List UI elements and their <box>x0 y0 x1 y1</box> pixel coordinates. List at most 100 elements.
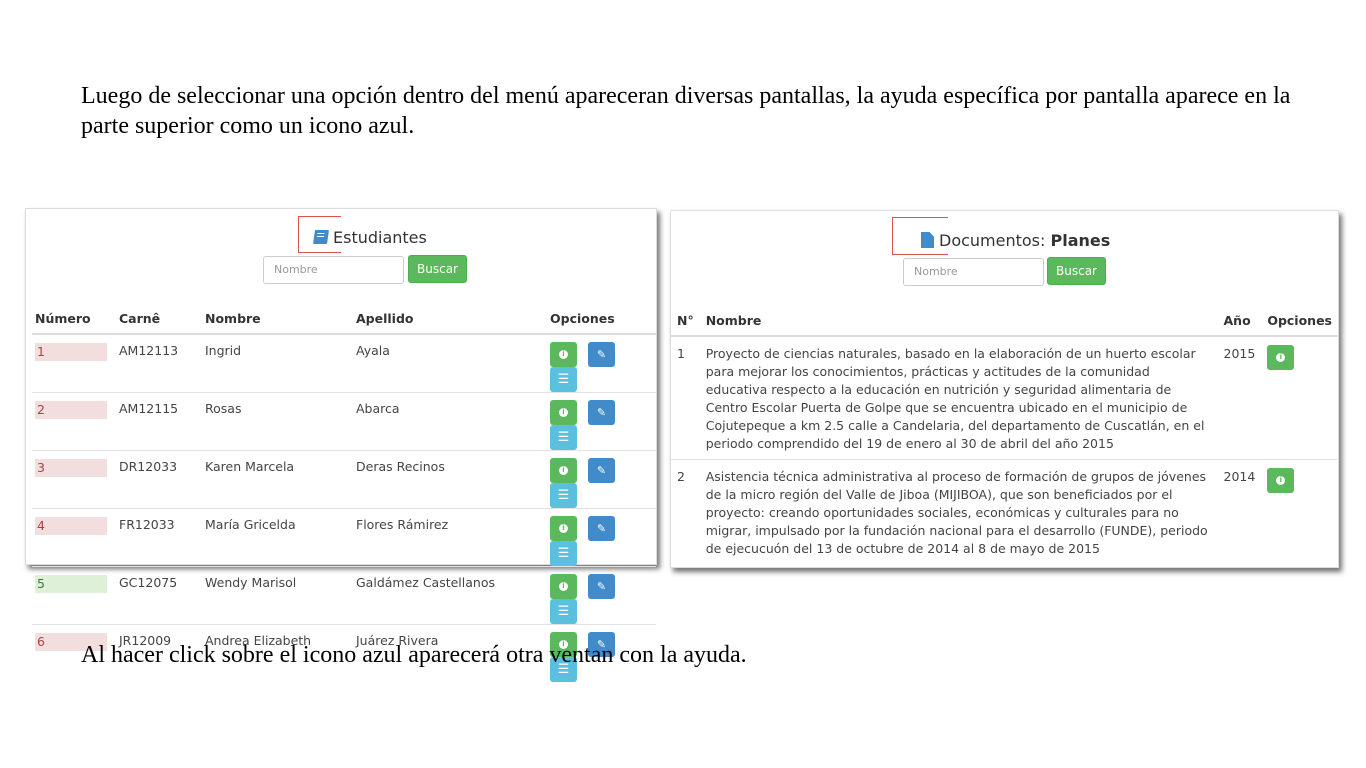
pencil-icon: ✎ <box>596 580 607 593</box>
numero-cell: 3 <box>32 450 116 509</box>
apellido-cell: Galdámez Castellanos <box>353 566 547 625</box>
numero-value: 4 <box>35 517 107 535</box>
apellido-cell: Ayala <box>353 333 547 393</box>
search-placeholder: Nombre <box>274 263 318 276</box>
column-header[interactable]: Apellido <box>353 304 547 335</box>
file-icon[interactable] <box>921 232 934 248</box>
list-icon: ☰ <box>557 546 570 561</box>
documents-panel: Documentos: Planes Nombre Buscar N° Nomb… <box>670 210 1339 568</box>
list-icon: ☰ <box>557 488 570 503</box>
nombre-cell: María Gricelda <box>202 508 353 567</box>
carne-cell: FR12033 <box>116 508 202 567</box>
view-button[interactable]: i <box>550 400 577 425</box>
numero-value: 2 <box>35 401 107 419</box>
list-button[interactable]: ☰ <box>550 541 577 566</box>
view-button[interactable]: i <box>1267 468 1295 493</box>
search-placeholder: Nombre <box>914 265 958 278</box>
options-cell: i <box>1261 459 1338 564</box>
table-row: 3 DR12033 Karen Marcela Deras Recinos i ✎ ☰ <box>32 450 656 509</box>
pencil-icon: ✎ <box>596 464 607 477</box>
column-header[interactable]: Número <box>32 304 116 335</box>
info-circle-icon: i <box>1276 476 1286 485</box>
info-circle-icon: i <box>559 582 568 591</box>
search-input[interactable]: Nombre <box>903 258 1044 286</box>
nombre-cell: Asistencia técnica administrativa al pro… <box>699 459 1218 564</box>
anio-cell: 2015 <box>1217 335 1262 460</box>
column-header[interactable]: Año <box>1217 306 1262 337</box>
nombre-cell: Rosas <box>202 392 353 451</box>
info-circle-icon: i <box>1276 353 1286 362</box>
table-row: 4 FR12033 María Gricelda Flores Rámirez i ✎ ☰ <box>32 508 656 567</box>
options-cell: i ✎ ☰ <box>547 508 656 567</box>
pencil-icon: ✎ <box>596 522 607 535</box>
carne-cell: GC12075 <box>116 566 202 625</box>
view-button[interactable]: i <box>550 574 577 599</box>
n-cell: 1 <box>671 335 700 460</box>
documents-table: N° Nombre Año Opciones 1 Proyecto de cien… <box>671 306 1338 564</box>
carne-cell: AM12113 <box>116 333 202 393</box>
view-button[interactable]: i <box>550 516 577 541</box>
nombre-cell: Proyecto de ciencias naturales, basado e… <box>699 335 1218 460</box>
column-header[interactable]: Carnê <box>116 304 202 335</box>
edit-button[interactable]: ✎ <box>588 516 615 541</box>
info-circle-icon: i <box>559 466 568 475</box>
info-circle-icon: i <box>559 524 568 533</box>
numero-cell: 2 <box>32 392 116 451</box>
edit-button[interactable]: ✎ <box>588 574 615 599</box>
column-header[interactable]: Nombre <box>202 304 353 335</box>
numero-value: 3 <box>35 459 107 477</box>
intro-paragraph: Luego de seleccionar una opción dentro d… <box>81 83 1291 139</box>
search-button[interactable]: Buscar <box>408 255 467 283</box>
apellido-cell: Deras Recinos <box>353 450 547 509</box>
table-row: 5 GC12075 Wendy Marisol Galdámez Castellano… <box>32 566 656 625</box>
options-cell: i ✎ ☰ <box>547 392 656 451</box>
students-title: Estudiantes <box>313 228 427 247</box>
list-icon: ☰ <box>557 372 570 387</box>
search-input[interactable]: Nombre <box>263 256 404 284</box>
view-button[interactable]: i <box>550 342 577 367</box>
column-header: Opciones <box>547 304 656 335</box>
search-button[interactable]: Buscar <box>1047 257 1106 285</box>
list-icon: ☰ <box>557 604 570 619</box>
info-circle-icon: i <box>559 408 568 417</box>
anio-cell: 2014 <box>1217 459 1262 564</box>
edit-button[interactable]: ✎ <box>588 400 615 425</box>
table-header: N° Nombre Año Opciones <box>671 306 1338 337</box>
page-title: Estudiantes <box>333 228 427 247</box>
students-panel: Estudiantes Nombre Buscar Número Carnê N… <box>25 208 657 682</box>
numero-cell: 5 <box>32 566 116 625</box>
apellido-cell: Abarca <box>353 392 547 451</box>
pencil-icon: ✎ <box>596 406 607 419</box>
edit-button[interactable]: ✎ <box>588 458 615 483</box>
options-cell: i ✎ ☰ <box>547 566 656 625</box>
options-cell: i ✎ ☰ <box>547 450 656 509</box>
column-header: Opciones <box>1261 306 1338 337</box>
table-row: 1 AM12113 Ingrid Ayala i ✎ ☰ <box>32 333 656 393</box>
nombre-cell: Karen Marcela <box>202 450 353 509</box>
options-cell: i ✎ ☰ <box>547 333 656 393</box>
table-row: 2 AM12115 Rosas Abarca i ✎ ☰ <box>32 392 656 451</box>
outro-paragraph: Al hacer click sobre el icono azul apare… <box>81 642 747 668</box>
edit-button[interactable]: ✎ <box>588 342 615 367</box>
documents-title: Documentos: Planes <box>921 231 1110 250</box>
view-button[interactable]: i <box>1267 345 1295 370</box>
view-button[interactable]: i <box>550 458 577 483</box>
book-icon[interactable] <box>313 230 329 244</box>
list-button[interactable]: ☰ <box>550 599 577 624</box>
n-cell: 2 <box>671 459 700 564</box>
carne-cell: AM12115 <box>116 392 202 451</box>
column-header[interactable]: Nombre <box>699 306 1218 337</box>
info-circle-icon: i <box>559 350 568 359</box>
table-header: Número Carnê Nombre Apellido Opciones <box>32 304 656 335</box>
carne-cell: DR12033 <box>116 450 202 509</box>
list-button[interactable]: ☰ <box>550 367 577 392</box>
students-table: Número Carnê Nombre Apellido Opciones 1A… <box>32 304 656 682</box>
apellido-cell: Flores Rámirez <box>353 508 547 567</box>
numero-cell: 1 <box>32 333 116 393</box>
list-button[interactable]: ☰ <box>550 425 577 450</box>
list-button[interactable]: ☰ <box>550 483 577 508</box>
nombre-cell: Wendy Marisol <box>202 566 353 625</box>
column-header[interactable]: N° <box>671 306 700 337</box>
table-row: 2 Asistencia técnica administrativa al pr… <box>671 459 1338 564</box>
numero-value: 1 <box>35 343 107 361</box>
